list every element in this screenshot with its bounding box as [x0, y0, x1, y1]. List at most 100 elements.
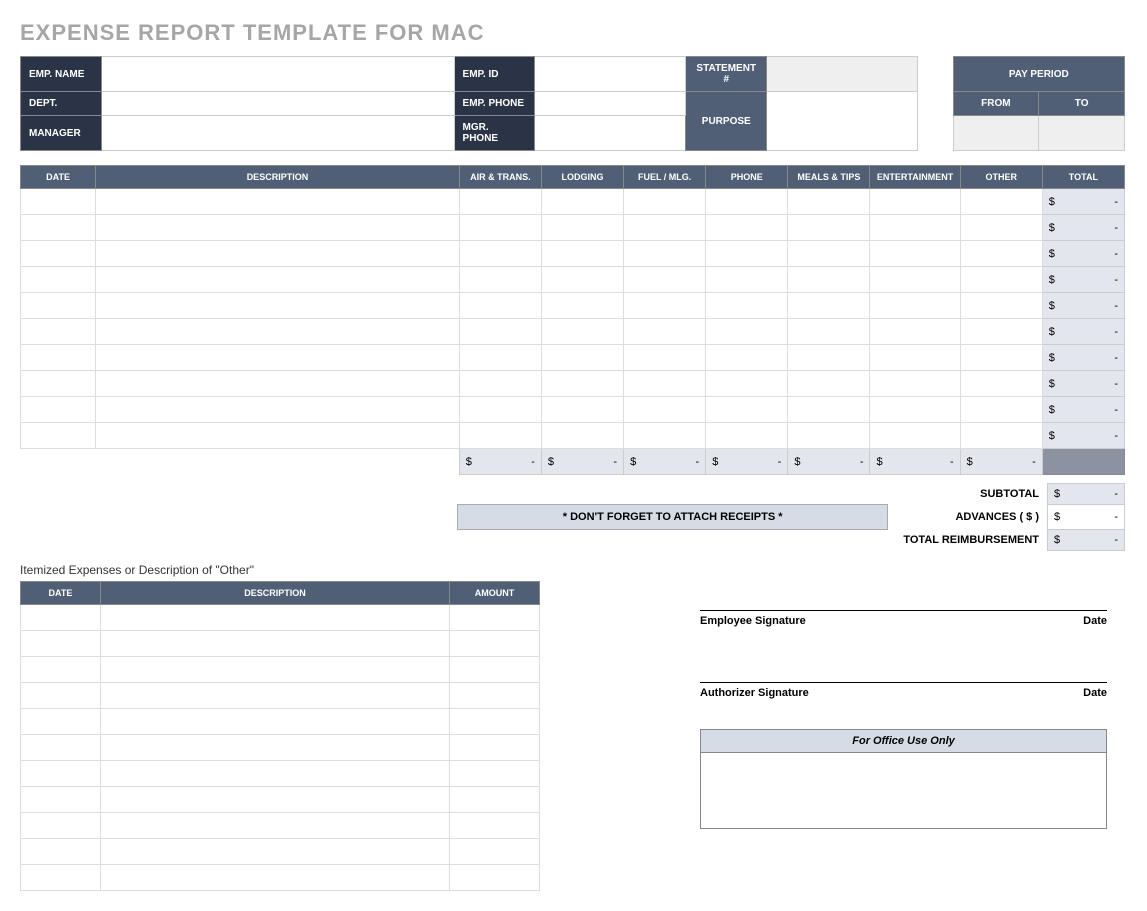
expense-cell[interactable] — [870, 371, 960, 397]
itemized-cell[interactable] — [450, 813, 540, 839]
expense-cell[interactable] — [541, 371, 623, 397]
expense-cell[interactable] — [960, 189, 1042, 215]
expense-cell[interactable] — [459, 293, 541, 319]
expense-cell[interactable] — [706, 241, 788, 267]
expense-cell[interactable] — [624, 215, 706, 241]
expense-cell[interactable] — [541, 423, 623, 449]
expense-cell[interactable] — [788, 293, 870, 319]
itemized-cell[interactable] — [100, 839, 449, 865]
itemized-cell[interactable] — [100, 605, 449, 631]
itemized-cell[interactable] — [450, 735, 540, 761]
expense-cell[interactable] — [706, 345, 788, 371]
expense-cell[interactable] — [788, 423, 870, 449]
itemized-cell[interactable] — [450, 709, 540, 735]
expense-cell[interactable] — [960, 371, 1042, 397]
itemized-cell[interactable] — [450, 605, 540, 631]
expense-cell[interactable] — [788, 189, 870, 215]
expense-cell[interactable] — [541, 215, 623, 241]
itemized-cell[interactable] — [450, 631, 540, 657]
expense-cell[interactable] — [459, 319, 541, 345]
expense-cell[interactable] — [788, 345, 870, 371]
expense-cell[interactable] — [788, 397, 870, 423]
itemized-cell[interactable] — [21, 839, 101, 865]
expense-cell[interactable] — [459, 215, 541, 241]
expense-cell[interactable] — [624, 397, 706, 423]
expense-cell[interactable] — [624, 319, 706, 345]
itemized-cell[interactable] — [21, 787, 101, 813]
expense-cell[interactable] — [459, 241, 541, 267]
expense-cell[interactable] — [541, 397, 623, 423]
expense-cell[interactable] — [96, 319, 460, 345]
expense-cell[interactable] — [788, 371, 870, 397]
itemized-cell[interactable] — [100, 865, 449, 891]
itemized-cell[interactable] — [21, 865, 101, 891]
expense-cell[interactable] — [624, 293, 706, 319]
expense-cell[interactable] — [21, 241, 96, 267]
expense-cell[interactable] — [96, 215, 460, 241]
itemized-cell[interactable] — [100, 657, 449, 683]
itemized-cell[interactable] — [21, 813, 101, 839]
field-mgr-phone[interactable] — [535, 116, 686, 151]
expense-cell[interactable] — [960, 241, 1042, 267]
expense-cell[interactable] — [870, 215, 960, 241]
expense-cell[interactable] — [624, 267, 706, 293]
expense-cell[interactable] — [21, 397, 96, 423]
itemized-cell[interactable] — [21, 683, 101, 709]
expense-cell[interactable] — [788, 267, 870, 293]
expense-cell[interactable] — [706, 267, 788, 293]
expense-cell[interactable] — [960, 215, 1042, 241]
employee-signature-line[interactable]: Employee Signature Date — [700, 610, 1107, 627]
expense-cell[interactable] — [21, 215, 96, 241]
expense-cell[interactable] — [624, 423, 706, 449]
expense-cell[interactable] — [541, 189, 623, 215]
expense-cell[interactable] — [960, 267, 1042, 293]
itemized-cell[interactable] — [450, 787, 540, 813]
field-emp-id[interactable] — [535, 57, 686, 92]
expense-cell[interactable] — [870, 345, 960, 371]
expense-cell[interactable] — [706, 371, 788, 397]
itemized-cell[interactable] — [450, 657, 540, 683]
expense-cell[interactable] — [96, 241, 460, 267]
expense-cell[interactable] — [870, 267, 960, 293]
expense-cell[interactable] — [706, 319, 788, 345]
itemized-cell[interactable] — [21, 657, 101, 683]
authorizer-signature-line[interactable]: Authorizer Signature Date — [700, 682, 1107, 699]
value-advances[interactable]: $- — [1048, 505, 1125, 530]
expense-cell[interactable] — [706, 189, 788, 215]
itemized-cell[interactable] — [100, 631, 449, 657]
expense-cell[interactable] — [788, 215, 870, 241]
expense-cell[interactable] — [21, 293, 96, 319]
expense-cell[interactable] — [624, 345, 706, 371]
expense-cell[interactable] — [870, 423, 960, 449]
itemized-cell[interactable] — [21, 605, 101, 631]
field-to[interactable] — [1039, 116, 1125, 151]
expense-cell[interactable] — [459, 397, 541, 423]
expense-cell[interactable] — [21, 345, 96, 371]
expense-cell[interactable] — [706, 215, 788, 241]
expense-cell[interactable] — [21, 319, 96, 345]
itemized-cell[interactable] — [21, 709, 101, 735]
itemized-cell[interactable] — [21, 735, 101, 761]
itemized-cell[interactable] — [21, 761, 101, 787]
field-statement[interactable] — [767, 57, 918, 92]
expense-cell[interactable] — [870, 189, 960, 215]
expense-cell[interactable] — [870, 319, 960, 345]
expense-cell[interactable] — [459, 345, 541, 371]
expense-cell[interactable] — [870, 241, 960, 267]
expense-cell[interactable] — [21, 423, 96, 449]
expense-cell[interactable] — [960, 293, 1042, 319]
itemized-cell[interactable] — [450, 761, 540, 787]
itemized-cell[interactable] — [450, 839, 540, 865]
itemized-cell[interactable] — [21, 631, 101, 657]
expense-cell[interactable] — [96, 345, 460, 371]
field-manager[interactable] — [101, 116, 454, 151]
expense-cell[interactable] — [96, 189, 460, 215]
expense-cell[interactable] — [96, 371, 460, 397]
field-from[interactable] — [953, 116, 1039, 151]
expense-cell[interactable] — [459, 371, 541, 397]
expense-cell[interactable] — [21, 267, 96, 293]
itemized-cell[interactable] — [100, 735, 449, 761]
field-emp-phone[interactable] — [535, 92, 686, 116]
expense-cell[interactable] — [960, 345, 1042, 371]
expense-cell[interactable] — [21, 371, 96, 397]
